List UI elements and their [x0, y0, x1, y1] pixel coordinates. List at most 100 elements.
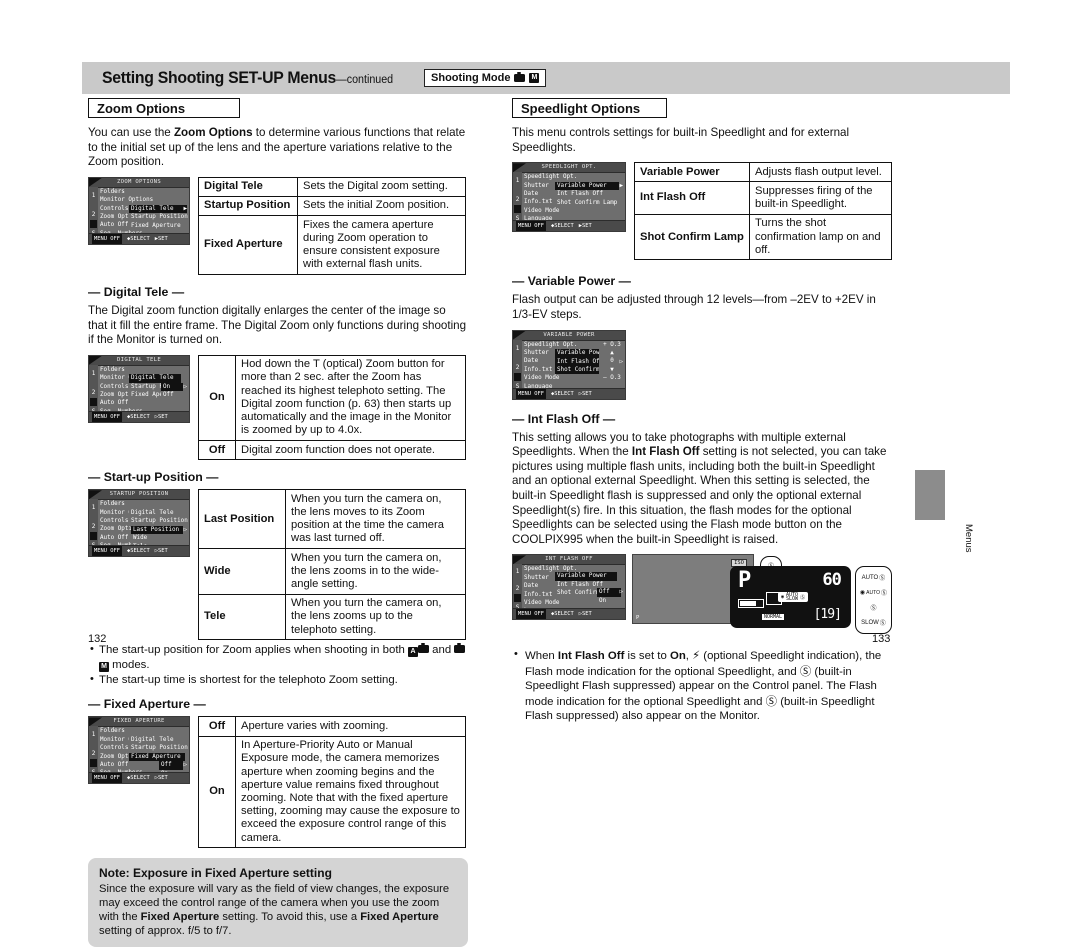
red-eye-icon: ◉ [859, 590, 866, 597]
lcd-tab-rail: 1 2 S [89, 364, 98, 415]
lcd-variable-power: VARIABLE POWER 1 2 S Speedlight Opt. Shu… [512, 329, 626, 400]
int-flash-off-bullets: When Int Flash Off is set to On, ⚡ (opti… [512, 647, 892, 723]
row-key: On [198, 735, 236, 849]
table-row: Wide When you turn the camera on, the le… [198, 548, 466, 595]
lcd-bar-set: ▷SET [154, 775, 168, 782]
page-header-bar: Setting Shooting SET-UP Menus—continued … [82, 62, 1010, 94]
flash-mode-indicator: ◉ AUTO SLOW Ⓢ [778, 592, 809, 603]
lcd-submenu-arrow-icon: ▶ [183, 205, 187, 212]
lcd-bar-select: ◆SELECT [550, 611, 574, 618]
int-flash-off-body: This setting allows you to take photogra… [512, 430, 887, 546]
row-desc: Suppresses firing of the built-in Speedl… [749, 181, 892, 215]
lcd-submenu-digital-tele: Digital Tele [131, 736, 174, 743]
note-title: Note: Exposure in Fixed Aperture setting [99, 866, 332, 881]
row-key: Off [198, 439, 236, 461]
lcd-bar-set: ▷SET [154, 413, 168, 420]
note-box: Note: Exposure in Fixed Aperture setting… [88, 858, 468, 947]
lcd-submenu-int-flash-off: Int Flash Off [557, 191, 604, 198]
table-row: Startup Position Sets the initial Zoom p… [198, 195, 466, 217]
lcd-submenu-shot-confirm-lamp: Shot Confirm Lamp [557, 199, 618, 206]
row-key: Variable Power [634, 162, 750, 183]
lcd-fixed-aperture: FIXED APERTURE 1 2 S Folders Monitor Opt… [88, 716, 190, 785]
lcd-submenu-arrow-icon: ▷ [183, 526, 187, 533]
lcd-status-bar: MENU OFF ◆SELECT ▷SET [513, 387, 625, 399]
lcd-tab-block [514, 205, 521, 214]
left-column: Zoom Options You can use the Zoom Option… [88, 98, 468, 947]
lcd-value-up-arrow: ▲ [610, 350, 614, 356]
lcd-tab-1: 1 [515, 177, 520, 185]
flash-icon: ⚡ [692, 648, 701, 663]
lcd-submenu-fixed-aperture: Fixed Aperture [131, 222, 181, 229]
row-desc: Adjusts flash output level. [749, 162, 892, 183]
lcd-tab-block [90, 397, 97, 406]
camera-icon [514, 71, 526, 82]
row-key: Tele [198, 593, 286, 641]
section-title-speedlight-options: Speedlight Options [512, 98, 667, 118]
table-row: Last Position When you turn the camera o… [198, 489, 466, 550]
lcd-submenu-fixed-aperture: Fixed Aperture [129, 752, 185, 762]
lcd-item-folders: Folders [100, 501, 125, 508]
lcd-submenu-variable-power: Variable Power [555, 572, 617, 581]
lcd-submenu-variable-power: Variable Pow [555, 349, 601, 358]
lcd-submenu: Digital Tele Startup Position [129, 508, 188, 526]
table-row: Off Aperture varies with zooming. [198, 716, 466, 737]
list-item: When Int Flash Off is set to On, ⚡ (opti… [512, 647, 892, 723]
lcd-bar-select: ◆SELECT [126, 775, 150, 782]
row-desc: Digital zoom function does not operate. [235, 439, 466, 461]
startup-position-table: Last Position When you turn the camera o… [198, 489, 466, 641]
row-key: Wide [198, 548, 286, 595]
heading-variable-power: — Variable Power — [512, 274, 631, 289]
lcd-tab-rail: 1 2 S [89, 499, 98, 549]
lcd-tab-1: 1 [91, 369, 96, 377]
lcd-title: INT FLASH OFF [513, 555, 625, 566]
side-tab-block [915, 470, 945, 520]
lcd-submenu: Variable Pow Int Flash Of Shot Confirm [555, 349, 601, 375]
list-item: The start-up time is shortest for the te… [88, 672, 468, 687]
callout-auto-label-2: AUTO [866, 589, 880, 596]
lcd-tab-2: 2 [515, 363, 520, 371]
speedlight-options-table: Variable Power Adjusts flash output leve… [634, 162, 892, 261]
lcd-speedlight-options: SPEEDLIGHT OPT. 1 2 S Speedlight Opt. Sh… [512, 162, 626, 233]
lcd-bar-menu-off: MENU OFF [516, 221, 546, 232]
lcd-bar-select: ◆SELECT [550, 390, 574, 397]
lcd-submenu: Digital Tele Startup Position Fixed Aper… [129, 204, 188, 230]
table-row: Tele When you turn the camera on, the le… [198, 593, 466, 641]
lcd-bar-menu-off: MENU OFF [92, 773, 122, 784]
lcd-tab-rail: 1 2 S [513, 339, 522, 390]
row-desc: Aperture varies with zooming. [235, 716, 466, 737]
callout-auto-label: AUTO [861, 574, 879, 581]
row-desc: Fixes the camera aperture during Zoom op… [297, 215, 466, 275]
lcd-title: STARTUP POSITION [89, 490, 189, 501]
red-eye-icon: ◉ [781, 594, 785, 601]
zoom-options-table: Digital Tele Sets the Digital zoom setti… [198, 176, 466, 275]
lcd-tab-2: 2 [91, 388, 96, 396]
camera-icon [454, 642, 466, 654]
digital-tele-body: The Digital zoom function digitally enla… [88, 304, 467, 347]
lcd-tab-1: 1 [91, 731, 96, 739]
fixed-aperture-table: Off Aperture varies with zooming. On In … [198, 716, 466, 849]
lcd-tab-rail: 1 2 S [89, 186, 98, 237]
shooting-mode-badge: Shooting Mode M [424, 69, 547, 87]
flash-slow-icon: Ⓢ [879, 620, 886, 628]
lcd-submenu-arrow-icon: ▷ [619, 589, 623, 596]
lcd-tab-rail: 1 2 S [513, 172, 522, 222]
flash-suppressed-icon: Ⓢ [800, 594, 806, 601]
startup-position-bullets: The start-up position for Zoom applies w… [88, 642, 468, 687]
lcd-bar-set: ▶SET [578, 223, 592, 230]
manual-mode-icon: M [99, 661, 109, 672]
table-row: On In Aperture-Priority Auto or Manual E… [198, 735, 466, 849]
row-key: Int Flash Off [634, 181, 750, 215]
lcd-item-folders: Folders [100, 188, 125, 195]
lcd-status-bar: MENU OFF ◆SELECT ▷SET [89, 545, 189, 557]
digital-tele-table: On Hod down the T (optical) Zoom button … [198, 354, 466, 461]
row-desc: Sets the Digital zoom setting. [297, 176, 466, 197]
camera-icon [418, 642, 429, 654]
speedlight-options-intro: This menu controls settings for built-in… [512, 126, 850, 154]
lcd-bar-menu-off: MENU OFF [516, 388, 546, 399]
lcd-tab-2: 2 [91, 523, 96, 531]
lcd-submenu-startup-position: Startup Position [131, 745, 188, 752]
page-title-continued: —continued [336, 74, 394, 86]
lcd-tab-1: 1 [91, 191, 96, 199]
lcd-submenu-arrow-icon: ▷ [183, 383, 187, 390]
control-panel-flash-callout: AUTO Ⓢ ◉ AUTO Ⓢ Ⓢ SLOW Ⓢ [854, 566, 892, 635]
